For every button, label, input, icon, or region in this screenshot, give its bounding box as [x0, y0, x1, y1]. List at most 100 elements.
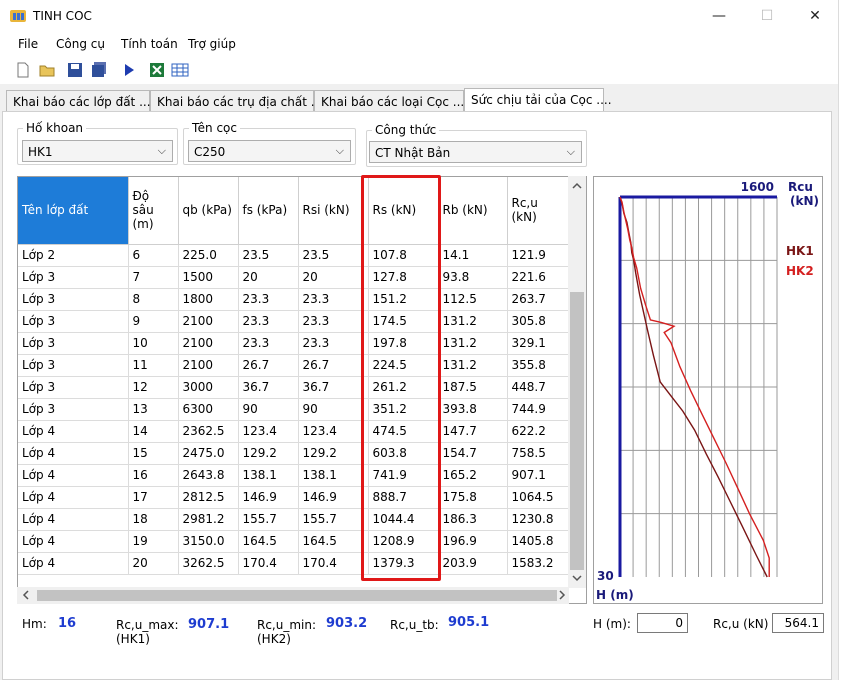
table-cell[interactable]: 1405.8 [507, 530, 571, 553]
table-cell[interactable]: 12 [128, 376, 179, 399]
table-cell[interactable]: 1064.5 [507, 486, 571, 509]
col-header-depth[interactable]: Độ sâu (m) [128, 177, 179, 245]
table-cell[interactable]: 3262.5 [178, 552, 239, 575]
table-cell[interactable]: Lớp 3 [18, 398, 129, 421]
table-row[interactable]: Lớp 3 7 1500 20 20 127.8 93.8 221.6 [18, 266, 571, 289]
table-cell[interactable]: 164.5 [238, 530, 299, 553]
table-cell[interactable]: Lớp 3 [18, 376, 129, 399]
table-cell[interactable]: 16 [128, 464, 179, 487]
table-cell[interactable]: 17 [128, 486, 179, 509]
table-cell[interactable]: Lớp 3 [18, 310, 129, 333]
pile-select[interactable]: C250 ⌵ [188, 140, 351, 162]
table-row[interactable]: Lớp 3 12 3000 36.7 36.7 261.2 187.5 448.7 [18, 376, 571, 399]
table-row[interactable]: Lớp 3 13 6300 90 90 351.2 393.8 744.9 [18, 398, 571, 421]
table-cell[interactable]: Lớp 3 [18, 288, 129, 311]
table-row[interactable]: Lớp 4 17 2812.5 146.9 146.9 888.7 175.8 1064.5 [18, 486, 571, 509]
run-icon[interactable] [120, 61, 138, 79]
table-cell[interactable]: 123.4 [298, 420, 369, 443]
borehole-select[interactable]: HK1 ⌵ [22, 140, 173, 162]
table-cell[interactable]: 155.7 [238, 508, 299, 531]
col-header-rcu[interactable]: Rc,u (kN) [507, 177, 571, 245]
table-cell[interactable]: 112.5 [438, 288, 508, 311]
table-cell[interactable]: 2362.5 [178, 420, 239, 443]
table-horizontal-scrollbar[interactable] [17, 587, 569, 604]
table-cell[interactable]: 19 [128, 530, 179, 553]
table-cell[interactable]: 3150.0 [178, 530, 239, 553]
menu-tools[interactable]: Công cụ [56, 37, 105, 51]
table-cell[interactable]: 123.4 [238, 420, 299, 443]
table-cell[interactable]: Lớp 4 [18, 420, 129, 443]
table-cell[interactable]: 20 [238, 266, 299, 289]
table-cell[interactable]: 448.7 [507, 376, 571, 399]
table-cell[interactable]: 23.3 [238, 310, 299, 333]
table-cell[interactable]: 147.7 [438, 420, 508, 443]
table-cell[interactable]: 11 [128, 354, 179, 377]
table-vertical-scrollbar[interactable] [568, 176, 586, 588]
table-cell[interactable]: 175.8 [438, 486, 508, 509]
tab-pile-types[interactable]: Khai báo các loại Cọc ...... [314, 90, 476, 112]
table-cell[interactable]: 2643.8 [178, 464, 239, 487]
table-cell[interactable]: Lớp 2 [18, 244, 129, 267]
maximize-button[interactable]: ☐ [752, 6, 782, 26]
table-cell[interactable]: 10 [128, 332, 179, 355]
table-cell[interactable]: 2100 [178, 332, 239, 355]
table-cell[interactable]: Lớp 4 [18, 464, 129, 487]
table-cell[interactable]: 23.3 [298, 310, 369, 333]
table-cell[interactable]: 6 [128, 244, 179, 267]
table-cell[interactable]: 23.3 [238, 288, 299, 311]
table-cell[interactable]: 2812.5 [178, 486, 239, 509]
table-cell[interactable]: 138.1 [238, 464, 299, 487]
table-cell[interactable]: 170.4 [238, 552, 299, 575]
table-cell[interactable]: 18 [128, 508, 179, 531]
table-cell[interactable]: 355.8 [507, 354, 571, 377]
tab-geology-columns[interactable]: Khai báo các trụ địa chất .... [150, 90, 326, 112]
results-table[interactable]: Tên lớp đất Độ sâu (m) qb (kPa) fs (kPa)… [17, 176, 587, 604]
table-cell[interactable]: Lớp 4 [18, 552, 129, 575]
table-row[interactable]: Lớp 3 8 1800 23.3 23.3 151.2 112.5 263.7 [18, 288, 571, 311]
table-cell[interactable]: 2475.0 [178, 442, 239, 465]
table-cell[interactable]: 154.7 [438, 442, 508, 465]
table-cell[interactable]: 758.5 [507, 442, 571, 465]
tab-bearing-capacity[interactable]: Sức chịu tải của Cọc .... [464, 88, 612, 112]
table-cell[interactable]: 20 [128, 552, 179, 575]
table-row[interactable]: Lớp 3 10 2100 23.3 23.3 197.8 131.2 329.1 [18, 332, 571, 355]
table-cell[interactable]: Lớp 4 [18, 508, 129, 531]
table-cell[interactable]: 146.9 [238, 486, 299, 509]
table-cell[interactable]: 2100 [178, 354, 239, 377]
table-row[interactable]: Lớp 2 6 225.0 23.5 23.5 107.8 14.1 121.9 [18, 244, 571, 267]
table-cell[interactable]: Lớp 3 [18, 266, 129, 289]
table-cell[interactable]: 2981.2 [178, 508, 239, 531]
table-cell[interactable]: 1583.2 [507, 552, 571, 575]
col-header-fs[interactable]: fs (kPa) [238, 177, 299, 245]
table-cell[interactable]: Lớp 3 [18, 354, 129, 377]
table-cell[interactable]: Lớp 4 [18, 486, 129, 509]
table-cell[interactable]: 196.9 [438, 530, 508, 553]
table-cell[interactable]: 9 [128, 310, 179, 333]
table-cell[interactable]: 138.1 [298, 464, 369, 487]
table-cell[interactable]: 131.2 [438, 332, 508, 355]
h-input[interactable]: 0 [637, 613, 688, 633]
table-row[interactable]: Lớp 4 14 2362.5 123.4 123.4 474.5 147.7 622.2 [18, 420, 571, 443]
table-cell[interactable]: 225.0 [178, 244, 239, 267]
col-header-rsi[interactable]: Rsi (kN) [298, 177, 369, 245]
table-cell[interactable]: 305.8 [507, 310, 571, 333]
table-cell[interactable]: 165.2 [438, 464, 508, 487]
table-row[interactable]: Lớp 4 16 2643.8 138.1 138.1 741.9 165.2 907.1 [18, 464, 571, 487]
table-cell[interactable]: 13 [128, 398, 179, 421]
table-cell[interactable]: 393.8 [438, 398, 508, 421]
tab-soil-layers[interactable]: Khai báo các lớp đất ...... [6, 90, 162, 112]
table-cell[interactable]: 329.1 [507, 332, 571, 355]
table-cell[interactable]: 170.4 [298, 552, 369, 575]
rcu-input[interactable]: 564.1 [772, 613, 824, 633]
menu-help[interactable]: Trợ giúp [188, 37, 236, 51]
table-cell[interactable]: 186.3 [438, 508, 508, 531]
table-icon[interactable] [171, 61, 189, 79]
table-cell[interactable]: 263.7 [507, 288, 571, 311]
table-row[interactable]: Lớp 4 20 3262.5 170.4 170.4 1379.3 203.9 1583.2 [18, 552, 571, 575]
table-row[interactable]: Lớp 4 18 2981.2 155.7 155.7 1044.4 186.3 1230.8 [18, 508, 571, 531]
table-cell[interactable]: 15 [128, 442, 179, 465]
col-header-rb[interactable]: Rb (kN) [438, 177, 508, 245]
table-cell[interactable]: 131.2 [438, 354, 508, 377]
table-row[interactable]: Lớp 4 19 3150.0 164.5 164.5 1208.9 196.9 1405.8 [18, 530, 571, 553]
col-header-qb[interactable]: qb (kPa) [178, 177, 239, 245]
